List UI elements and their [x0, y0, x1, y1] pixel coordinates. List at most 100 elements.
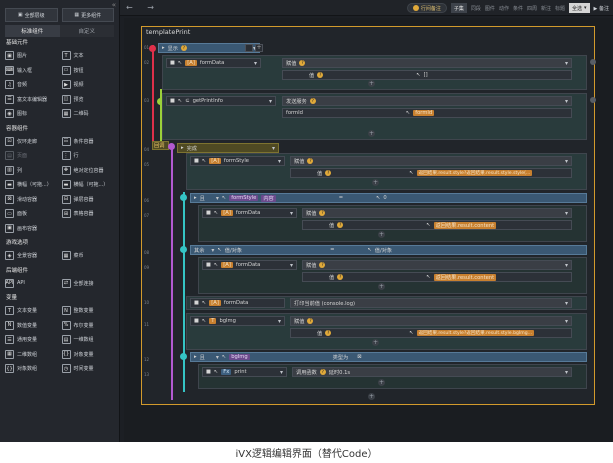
add-param-icon[interactable]: +: [378, 379, 385, 386]
component-item[interactable]: ▤ 页面: [5, 149, 58, 163]
tool-title[interactable]: 标题: [555, 5, 565, 12]
component-label: 音频: [17, 82, 28, 89]
row-menu-icon[interactable]: [590, 59, 596, 65]
component-item[interactable]: ⊡ 仅环走廊: [5, 135, 58, 149]
component-item[interactable]: {} 对象数组: [5, 362, 58, 376]
component-item[interactable]: ▥ 列: [5, 164, 58, 178]
action-assign[interactable]: 赋值? ▾: [282, 58, 572, 68]
group-title: 游戏选项: [6, 240, 29, 246]
component-label: 菜币: [73, 253, 84, 260]
component-item[interactable]: N 整数变量: [61, 304, 115, 318]
action-assign[interactable]: 赋值? ▾: [302, 208, 572, 218]
tool-condition[interactable]: 条件: [513, 5, 523, 12]
add-param-icon[interactable]: +: [372, 339, 379, 346]
component-item[interactable]: ▣ 画布容器: [5, 222, 58, 236]
component-item[interactable]: {} 对象变量: [61, 348, 115, 362]
more-components-button[interactable]: ▦ 更多组件: [61, 8, 114, 22]
component-item[interactable]: ▭ 按钮: [61, 64, 115, 78]
assign-value-row[interactable]: 值? ↖[]: [282, 70, 572, 80]
option-box[interactable]: [245, 44, 253, 52]
component-item[interactable]: T 文本变量: [5, 304, 58, 318]
target-getprintinfo[interactable]: ■ ↖ ⊆ getPrintInfo ▾: [166, 96, 276, 106]
service-param-row[interactable]: formId ↖ formId: [282, 108, 572, 118]
component-item[interactable]: ⊞ 表格容器: [61, 207, 115, 221]
target-formdata[interactable]: ■ ↖ [A] formData: [190, 298, 285, 308]
component-item[interactable]: ◉ 图标: [5, 107, 58, 121]
select-all-dropdown[interactable]: 全选 ▾: [569, 3, 590, 13]
component-item[interactable]: ✥ 绝对定位容器: [61, 164, 115, 178]
mode-select[interactable]: 子集: [450, 3, 467, 13]
history-nav[interactable]: ← →: [126, 3, 160, 12]
tool-component[interactable]: 图件: [485, 5, 495, 12]
component-item[interactable]: ☰ 富文本编辑器: [5, 93, 58, 107]
action-call-function[interactable]: 调用函数? 延时0.1s ▾: [292, 367, 572, 377]
component-item[interactable]: ⊟ 弹层容器: [61, 193, 115, 207]
note-button[interactable]: ▶ 备注: [594, 5, 609, 12]
tab-custom[interactable]: 自定义: [59, 25, 114, 37]
component-item[interactable]: ◷ 时间变量: [61, 362, 115, 376]
add-param-icon[interactable]: +: [378, 283, 385, 290]
assign-value-row[interactable]: 值? ↖ 返回结果.result.style?返回结果.result.style.s…: [290, 168, 572, 178]
add-param-icon[interactable]: +: [368, 130, 375, 137]
component-item[interactable]: % 布尔变量: [61, 319, 115, 333]
if-type-row[interactable]: ▸ 且 ▾ ↖ bgImg 类型为 ⊠: [190, 352, 587, 362]
component-icon: ▣: [5, 51, 14, 61]
action-assign[interactable]: 赋值? ▾: [290, 316, 572, 326]
tab-standard[interactable]: 标准组件: [5, 25, 60, 37]
component-grid: ⊡ 仅环走廊 ☷ 条件容器 ▤ 页面 ⋮ 行 ▥ 列 ✥ 绝对定位容器 ▬ 横幅（可拖...） ▬ 横幅（可拖…: [0, 134, 119, 238]
component-item[interactable]: ☷ 条件容器: [61, 135, 115, 149]
assign-value-row[interactable]: 值? ↖ 返回结果.result.style?返回结果.result.style.b…: [290, 328, 572, 338]
assign-value-row[interactable]: 值? ↖ 返回结果.result.content: [302, 220, 572, 230]
component-item[interactable]: ▦ 二维码: [61, 107, 115, 121]
target-bgimg[interactable]: ■ ↖ TbgImg ▾: [190, 316, 285, 326]
component-item[interactable]: ▬ 横幅（可拖...）: [5, 178, 58, 192]
tool-same-level[interactable]: 同段: [471, 5, 481, 12]
action-assign[interactable]: 赋值? ▾: [302, 260, 572, 270]
component-item[interactable]: ⊠ 滑动容器: [5, 193, 58, 207]
component-item[interactable]: ♫ 音频: [5, 78, 58, 92]
add-param-icon[interactable]: +: [372, 179, 379, 186]
component-item[interactable]: ▭ 面板: [5, 207, 58, 221]
add-param-icon[interactable]: +: [368, 80, 375, 87]
add-icon[interactable]: +: [255, 44, 263, 52]
row-menu-icon[interactable]: [590, 97, 596, 103]
component-item[interactable]: ⇄ 全部连接: [61, 277, 115, 291]
component-item[interactable]: ◈ 全景容器: [5, 249, 58, 263]
component-item[interactable]: ▬ 横幅（可拖...）: [61, 178, 115, 192]
target-formdata[interactable]: ■ ↖ [A] formData ▾: [202, 208, 297, 218]
all-layers-button[interactable]: ▣ 全部层级: [5, 8, 58, 22]
component-item[interactable]: API API: [5, 277, 58, 291]
component-item[interactable]: N 数值变量: [5, 319, 58, 333]
component-item[interactable]: ▶ 视频: [61, 78, 115, 92]
target-formdata[interactable]: ■ ↖ [A] formData ▾: [202, 260, 297, 270]
component-label: 对象变量: [73, 351, 94, 358]
component-item[interactable]: ▤ 一维数组: [61, 333, 115, 347]
tool-new-note[interactable]: 新注: [541, 5, 551, 12]
action-send-service[interactable]: 发送服务? ▾: [282, 96, 572, 106]
inline-comment-toggle[interactable]: 行间备注: [406, 3, 447, 13]
component-item[interactable]: ▣ 图片: [5, 49, 58, 63]
target-formstyle[interactable]: ■ ↖ [A] formStyle ▾: [190, 156, 285, 166]
component-item[interactable]: T 文本: [61, 49, 115, 63]
component-item[interactable]: ⌨ 输入框: [5, 64, 58, 78]
tool-around[interactable]: 四周: [527, 5, 537, 12]
if-condition-row[interactable]: ▸ 且 ▾ ↖ formStyle 内容 = ↖ 0: [190, 193, 587, 203]
action-console-log[interactable]: 打印当前值 (console.log) ▾: [290, 298, 572, 308]
add-param-icon[interactable]: +: [378, 231, 385, 238]
grid-icon: ▦: [74, 12, 80, 18]
target-print[interactable]: ■ ↖ Fx print ▾: [202, 367, 287, 377]
tool-action[interactable]: 动作: [499, 5, 509, 12]
component-item[interactable]: ▦ 菜币: [61, 249, 115, 263]
target-formdata[interactable]: ■ ↖ [A] formData ▾: [166, 58, 261, 68]
chevron-down-icon: ▾: [564, 157, 568, 165]
component-item[interactable]: ☰ 通用变量: [5, 333, 58, 347]
action-assign[interactable]: 赋值? ▾: [290, 156, 572, 166]
add-action-icon[interactable]: +: [368, 393, 375, 400]
callback-complete-row[interactable]: ▸ 完成 ▾: [177, 143, 279, 153]
component-item[interactable]: ▦ 二维数组: [5, 348, 58, 362]
else-condition-row[interactable]: 其余 ▾ ↖ 值/对象 = ↖ 值/对象: [190, 245, 587, 255]
collapse-icon[interactable]: «: [112, 1, 116, 9]
assign-value-row[interactable]: 值? ↖ 返回结果.result.content: [302, 272, 572, 282]
component-item[interactable]: ⋮ 行: [61, 149, 115, 163]
component-item[interactable]: ◫ 预览: [61, 93, 115, 107]
